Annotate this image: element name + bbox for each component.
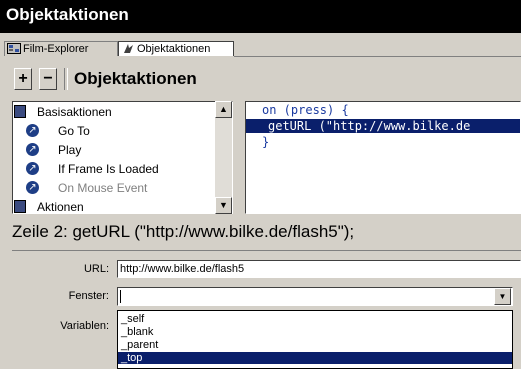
window-title: Objektaktionen bbox=[6, 5, 129, 24]
url-label: URL: bbox=[83, 263, 109, 275]
code-line-selected[interactable]: getURL ("http://www.bilke.de bbox=[246, 119, 520, 133]
remove-action-button[interactable]: − bbox=[39, 68, 57, 90]
toolbar: + − Objektaktionen bbox=[14, 66, 521, 94]
statement-display: Zeile 2: getURL ("http://www.bilke.de/fl… bbox=[12, 222, 355, 241]
book-icon bbox=[14, 200, 26, 213]
panel-title: Objektaktionen bbox=[74, 69, 197, 88]
chevron-down-icon[interactable]: ▼ bbox=[494, 288, 511, 305]
script-editor[interactable]: on (press) { getURL ("http://www.bilke.d… bbox=[245, 101, 521, 214]
tab-divider bbox=[234, 56, 521, 57]
list-item-label: Go To bbox=[58, 124, 90, 138]
list-item-label: Basisaktionen bbox=[37, 105, 112, 119]
tab-row: Film-Explorer Objektaktionen bbox=[0, 33, 521, 61]
toolbar-separator bbox=[64, 68, 68, 90]
dropdown-option-top[interactable]: _top bbox=[118, 352, 512, 364]
scroll-down-button[interactable]: ▼ bbox=[215, 197, 232, 214]
variables-label: Variablen: bbox=[60, 320, 109, 332]
tab-film-explorer-label: Film-Explorer bbox=[23, 43, 89, 55]
action-arrow-icon: ↗ bbox=[26, 143, 39, 156]
tab-object-actions-label: Objektaktionen bbox=[137, 43, 211, 55]
add-action-button[interactable]: + bbox=[14, 68, 32, 90]
action-arrow-icon: ↗ bbox=[26, 124, 39, 137]
list-item-label: Aktionen bbox=[37, 200, 84, 214]
action-list-scrollbar[interactable]: ▲ ▼ bbox=[215, 101, 232, 214]
scroll-up-button[interactable]: ▲ bbox=[215, 101, 232, 118]
tab-film-explorer[interactable]: Film-Explorer bbox=[4, 41, 118, 56]
list-item-label: Play bbox=[58, 143, 82, 157]
action-arrow-icon: ↗ bbox=[26, 181, 39, 194]
statement-divider bbox=[12, 250, 521, 251]
dropdown-option-self[interactable]: _self bbox=[118, 313, 512, 325]
list-item-label: On Mouse Event bbox=[58, 181, 148, 195]
window-titlebar: Objektaktionen bbox=[0, 0, 521, 33]
code-line[interactable]: } bbox=[262, 135, 269, 149]
action-list[interactable]: Basisaktionen ↗ Go To ↗ Play ↗ If Frame … bbox=[12, 101, 233, 214]
window-label: Fenster: bbox=[68, 290, 109, 302]
window-dropdown-list[interactable]: _self _blank _parent _top bbox=[117, 310, 513, 369]
book-icon bbox=[14, 105, 26, 118]
url-field[interactable]: http://www.bilke.de/flash5 bbox=[117, 260, 521, 278]
window-field[interactable] bbox=[117, 287, 513, 306]
tab-object-actions[interactable]: Objektaktionen bbox=[118, 41, 234, 56]
object-actions-icon bbox=[121, 43, 135, 54]
action-arrow-icon: ↗ bbox=[26, 162, 39, 175]
text-caret bbox=[120, 290, 121, 303]
code-line[interactable]: on (press) { bbox=[262, 103, 349, 117]
dropdown-option-blank[interactable]: _blank bbox=[118, 326, 512, 338]
dropdown-option-parent[interactable]: _parent bbox=[118, 339, 512, 351]
film-explorer-icon bbox=[7, 43, 21, 54]
list-item-label: If Frame Is Loaded bbox=[58, 162, 159, 176]
